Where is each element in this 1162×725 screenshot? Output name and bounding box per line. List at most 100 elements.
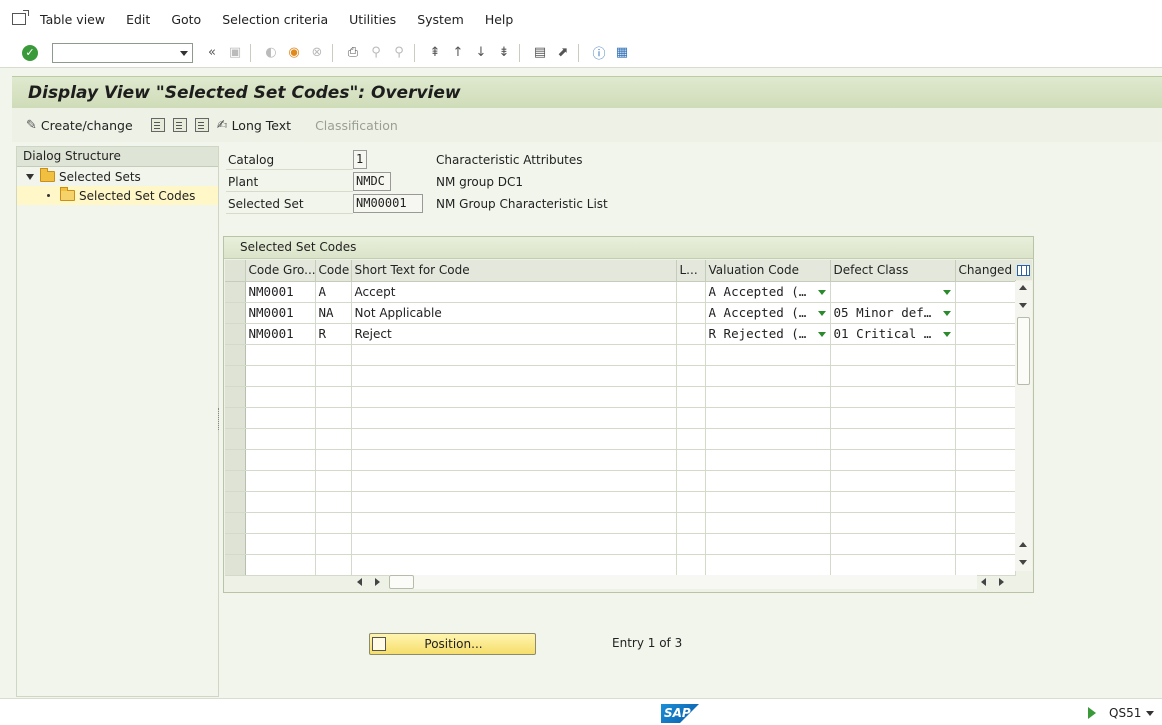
menu-help[interactable]: Help (485, 12, 514, 27)
chevron-down-icon[interactable] (180, 50, 188, 56)
dropdown-arrow-icon[interactable] (817, 310, 826, 316)
row-selector[interactable] (225, 554, 246, 576)
empty-cell (955, 386, 1016, 408)
menu-edit[interactable]: Edit (126, 12, 150, 27)
empty-cell (245, 512, 316, 534)
scroll-down-icon[interactable] (1019, 560, 1027, 565)
scroll-down-icon[interactable] (1019, 303, 1027, 308)
application-toolbar: ✎ Create/change ✍ Long Text Classificati… (12, 108, 1162, 142)
dropdown-arrow-icon[interactable] (942, 289, 951, 295)
cell-valuation-code[interactable]: A Accepted (… (705, 302, 831, 324)
tree-item-selected-sets[interactable]: Selected Sets (17, 167, 218, 186)
scroll-left-icon[interactable] (357, 578, 362, 586)
column-header-short-text[interactable]: Short Text for Code (351, 260, 677, 282)
column-header-valuation-code[interactable]: Valuation Code (705, 260, 831, 282)
scroll-right-icon[interactable] (999, 578, 1004, 586)
row-selector[interactable] (225, 386, 246, 408)
row-selector[interactable] (225, 344, 246, 366)
panel-splitter[interactable] (218, 408, 221, 430)
long-text-label: Long Text (231, 117, 292, 133)
menu-goto[interactable]: Goto (171, 12, 201, 27)
last-page-icon[interactable]: ⇟ (495, 44, 513, 62)
prev-page-icon[interactable]: ↑ (449, 44, 467, 62)
cell-defect-class[interactable] (830, 281, 956, 303)
empty-cell (705, 533, 831, 555)
tree-item-selected-set-codes[interactable]: Selected Set Codes (17, 186, 218, 205)
column-header-code-group[interactable]: Code Gro... (245, 260, 316, 282)
play-icon[interactable] (1088, 707, 1096, 719)
column-settings-button[interactable] (1015, 260, 1032, 280)
expand-triangle-icon[interactable] (26, 173, 34, 180)
classification-button[interactable]: Classification (315, 118, 398, 133)
row-selector[interactable] (225, 323, 246, 345)
menu-utilities[interactable]: Utilities (349, 12, 396, 27)
select-all-rows-button[interactable] (225, 260, 246, 282)
row-selector[interactable] (225, 365, 246, 387)
command-input[interactable] (53, 43, 173, 62)
row-selector[interactable] (225, 449, 246, 471)
row-selector[interactable] (225, 533, 246, 555)
print-icon[interactable]: ⎙ (344, 44, 362, 62)
select-all-icon[interactable] (150, 118, 165, 132)
menu-icon[interactable] (12, 10, 29, 25)
cell-valuation-code[interactable]: R Rejected (… (705, 323, 831, 345)
empty-cell (676, 365, 706, 387)
save-icon[interactable]: ▣ (226, 44, 244, 62)
column-header-defect-class[interactable]: Defect Class (830, 260, 956, 282)
check-icon[interactable]: ✓ (22, 44, 38, 61)
row-selector[interactable] (225, 428, 246, 450)
entry-counter: Entry 1 of 3 (612, 636, 683, 650)
dropdown-arrow-icon[interactable] (817, 289, 826, 295)
scroll-up-icon[interactable] (1019, 542, 1027, 547)
find-icon[interactable]: ⚲ (367, 44, 385, 62)
command-field[interactable] (52, 42, 193, 63)
empty-cell (351, 386, 677, 408)
find-next-icon[interactable]: ⚲ (390, 44, 408, 62)
cancel-icon[interactable]: ⊗ (308, 44, 326, 62)
back-double-icon[interactable]: « (203, 44, 221, 62)
deselect-all-icon[interactable] (194, 118, 209, 132)
menu-system[interactable]: System (417, 12, 464, 27)
long-text-button[interactable]: ✍ Long Text (217, 118, 291, 133)
cell-defect-class[interactable]: 01 Critical … (830, 323, 956, 345)
scroll-track[interactable] (389, 575, 977, 589)
dropdown-arrow-icon[interactable] (817, 331, 826, 337)
row-selector[interactable] (225, 470, 246, 492)
layout-icon[interactable]: ▦ (613, 44, 631, 62)
cell-defect-class[interactable]: 05 Minor def… (830, 302, 956, 324)
scroll-thumb[interactable] (389, 575, 414, 589)
vertical-scrollbar[interactable] (1015, 281, 1032, 571)
scroll-up-icon[interactable] (1019, 285, 1027, 290)
shortcut-icon[interactable]: ⬈ (554, 44, 572, 62)
help-icon[interactable]: ⓘ (590, 44, 608, 62)
horizontal-scrollbar[interactable] (354, 574, 1004, 590)
scroll-right-icon[interactable] (375, 578, 380, 586)
next-page-icon[interactable]: ↓ (472, 44, 490, 62)
exit-icon[interactable]: ◉ (285, 44, 303, 62)
dropdown-arrow-icon[interactable] (942, 310, 951, 316)
menu-table-view[interactable]: Table view (40, 12, 105, 27)
cell-valuation-code[interactable]: A Accepted (… (705, 281, 831, 303)
row-selector[interactable] (225, 302, 246, 324)
chevron-down-icon[interactable] (1146, 711, 1154, 716)
select-block-icon[interactable] (172, 118, 187, 132)
menu-selection-criteria[interactable]: Selection criteria (222, 12, 328, 27)
position-button[interactable]: Position... (369, 633, 536, 655)
dropdown-arrow-icon[interactable] (942, 331, 951, 337)
column-header-changed-by[interactable]: Changed B (955, 260, 1016, 282)
row-selector[interactable] (225, 281, 246, 303)
empty-cell (315, 407, 352, 429)
new-session-icon[interactable]: ▤ (531, 44, 549, 62)
row-selector[interactable] (225, 512, 246, 534)
create-change-button[interactable]: ✎ Create/change (26, 118, 133, 133)
back-icon[interactable]: ◐ (262, 44, 280, 62)
column-header-code[interactable]: Code (315, 260, 352, 282)
scroll-left-icon[interactable] (981, 578, 986, 586)
first-page-icon[interactable]: ⇞ (426, 44, 444, 62)
row-selector[interactable] (225, 491, 246, 513)
scroll-thumb[interactable] (1017, 317, 1030, 385)
column-header-l[interactable]: L... (676, 260, 706, 282)
cell-defect-text: 01 Critical … (833, 326, 932, 341)
table-row-empty (225, 344, 1016, 366)
row-selector[interactable] (225, 407, 246, 429)
